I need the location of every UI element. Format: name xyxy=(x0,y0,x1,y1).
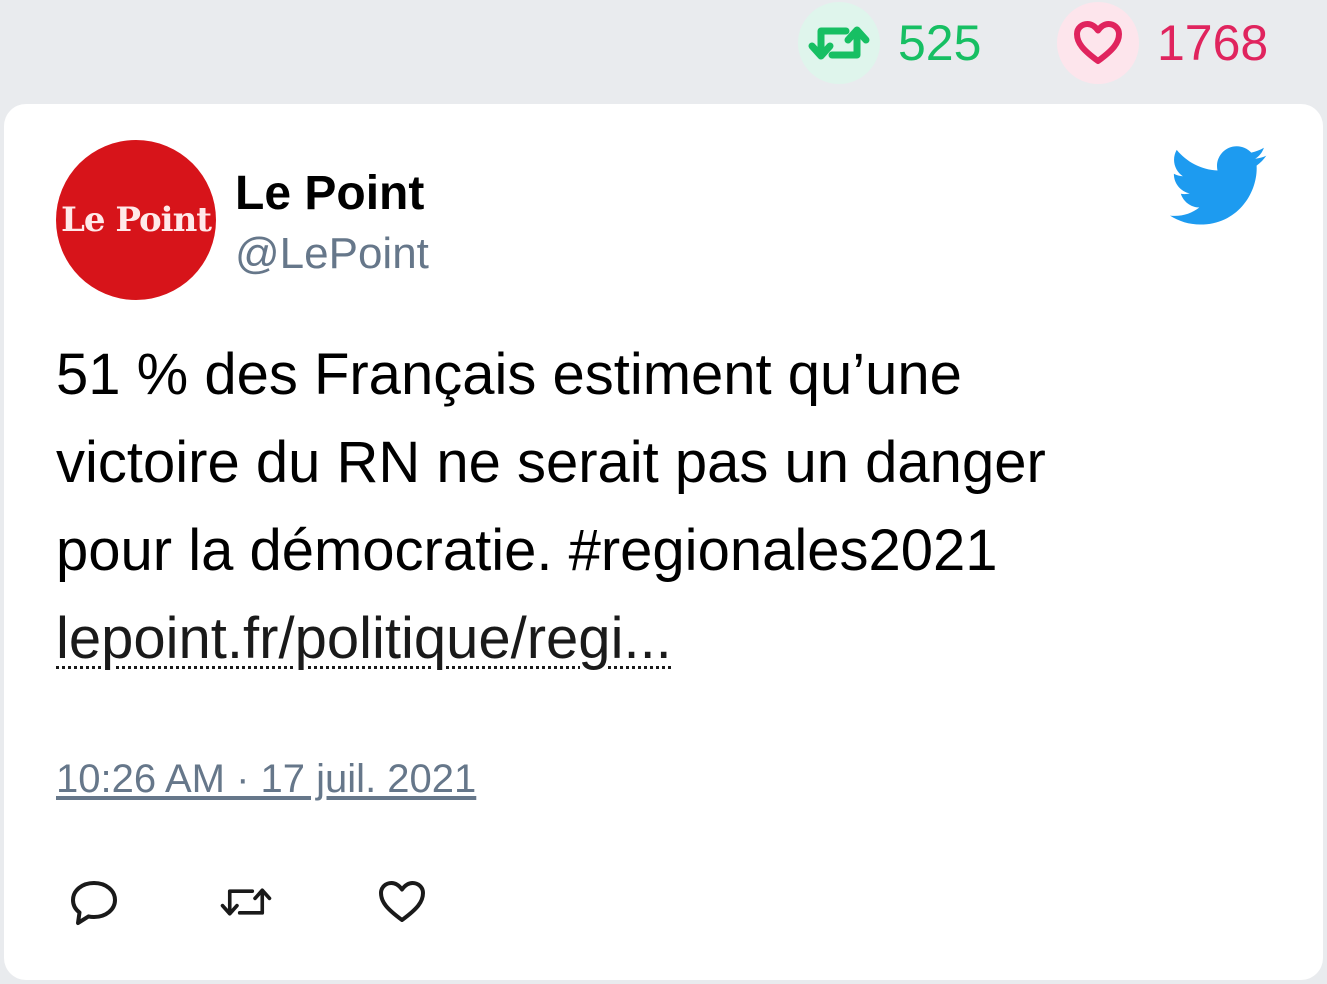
like-count: 1768 xyxy=(1157,15,1269,71)
tweet-text: 51 % des Français estiment qu’une victoi… xyxy=(56,342,1046,583)
heart-icon xyxy=(1074,21,1122,64)
engagement-stats: 525 1768 xyxy=(0,0,1327,100)
tweet-timestamp[interactable]: 10:26 AM · 17 juil. 2021 xyxy=(56,757,476,802)
reply-icon xyxy=(71,881,117,925)
avatar-logo-text: Le Point xyxy=(60,200,212,240)
retweet-icon xyxy=(808,26,870,60)
author-name[interactable]: Le Point xyxy=(235,166,424,221)
author-handle[interactable]: @LePoint xyxy=(235,229,429,279)
avatar[interactable]: Le Point xyxy=(56,140,216,300)
like-icon xyxy=(379,881,425,922)
tweet-link[interactable]: lepoint.fr/politique/regi... xyxy=(56,595,672,683)
retweet-stat-bubble xyxy=(798,2,880,84)
retweet-count: 525 xyxy=(898,15,982,71)
like-stat-bubble xyxy=(1057,2,1139,84)
retweet-icon xyxy=(220,888,272,916)
reply-button[interactable] xyxy=(66,874,122,930)
retweet-button[interactable] xyxy=(218,874,274,930)
tweet-card: Le Point Le Point @LePoint 51 % des Fran… xyxy=(4,104,1323,980)
tweet-actions xyxy=(66,874,430,930)
like-button[interactable] xyxy=(374,874,430,930)
like-stat[interactable]: 1768 xyxy=(1057,2,1268,84)
tweet-screenshot: 525 1768 Le Point Le Point @LePoint 51 %… xyxy=(0,0,1327,984)
retweet-stat[interactable]: 525 xyxy=(798,2,981,84)
twitter-bird-icon[interactable] xyxy=(1170,146,1268,226)
